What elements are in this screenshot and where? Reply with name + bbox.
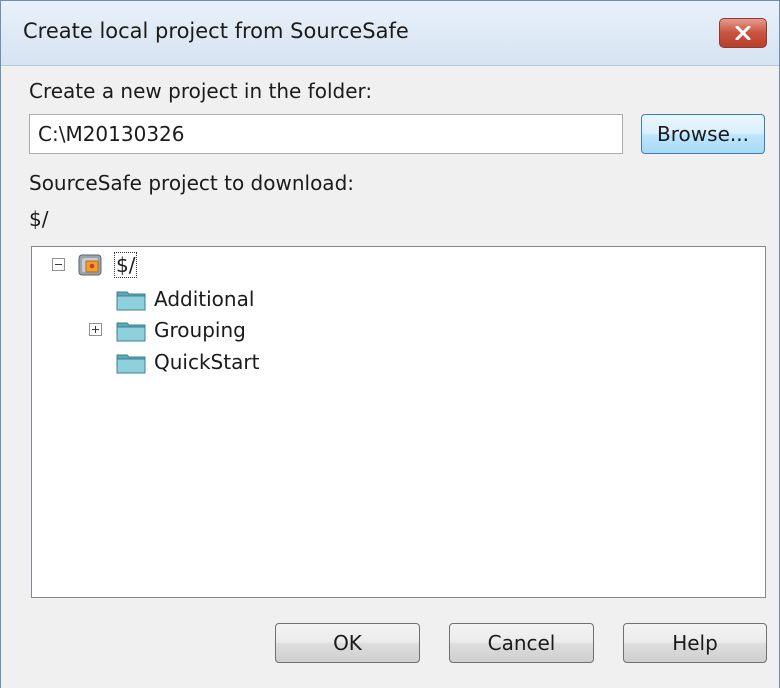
collapse-icon[interactable] xyxy=(52,258,65,271)
help-button[interactable]: Help xyxy=(623,623,767,663)
folder-path-input[interactable] xyxy=(29,114,623,154)
cancel-button[interactable]: Cancel xyxy=(449,623,594,663)
folder-icon xyxy=(116,354,146,374)
close-icon xyxy=(735,26,751,40)
browse-button[interactable]: Browse... xyxy=(641,114,765,154)
close-button[interactable] xyxy=(719,18,767,48)
tree-item-grouping[interactable]: Grouping xyxy=(154,318,246,342)
ok-button[interactable]: OK xyxy=(275,623,420,663)
dialog-window: Create local project from SourceSafe Cre… xyxy=(0,0,780,688)
project-tree[interactable]: $/ Additional Grouping QuickStart xyxy=(31,246,766,598)
project-label: SourceSafe project to download: xyxy=(29,171,354,195)
window-title: Create local project from SourceSafe xyxy=(23,19,409,43)
expand-icon[interactable] xyxy=(89,323,102,336)
tree-item-additional[interactable]: Additional xyxy=(154,287,254,311)
current-project-path: $/ xyxy=(29,207,49,231)
folder-label: Create a new project in the folder: xyxy=(29,79,373,103)
folder-icon xyxy=(116,322,146,342)
tree-item-quickstart[interactable]: QuickStart xyxy=(154,350,259,374)
database-icon xyxy=(78,254,102,276)
dialog-content: Create a new project in the folder: Brow… xyxy=(1,66,779,688)
folder-icon xyxy=(116,291,146,311)
tree-root-label[interactable]: $/ xyxy=(114,252,138,278)
title-bar[interactable]: Create local project from SourceSafe xyxy=(1,1,779,66)
